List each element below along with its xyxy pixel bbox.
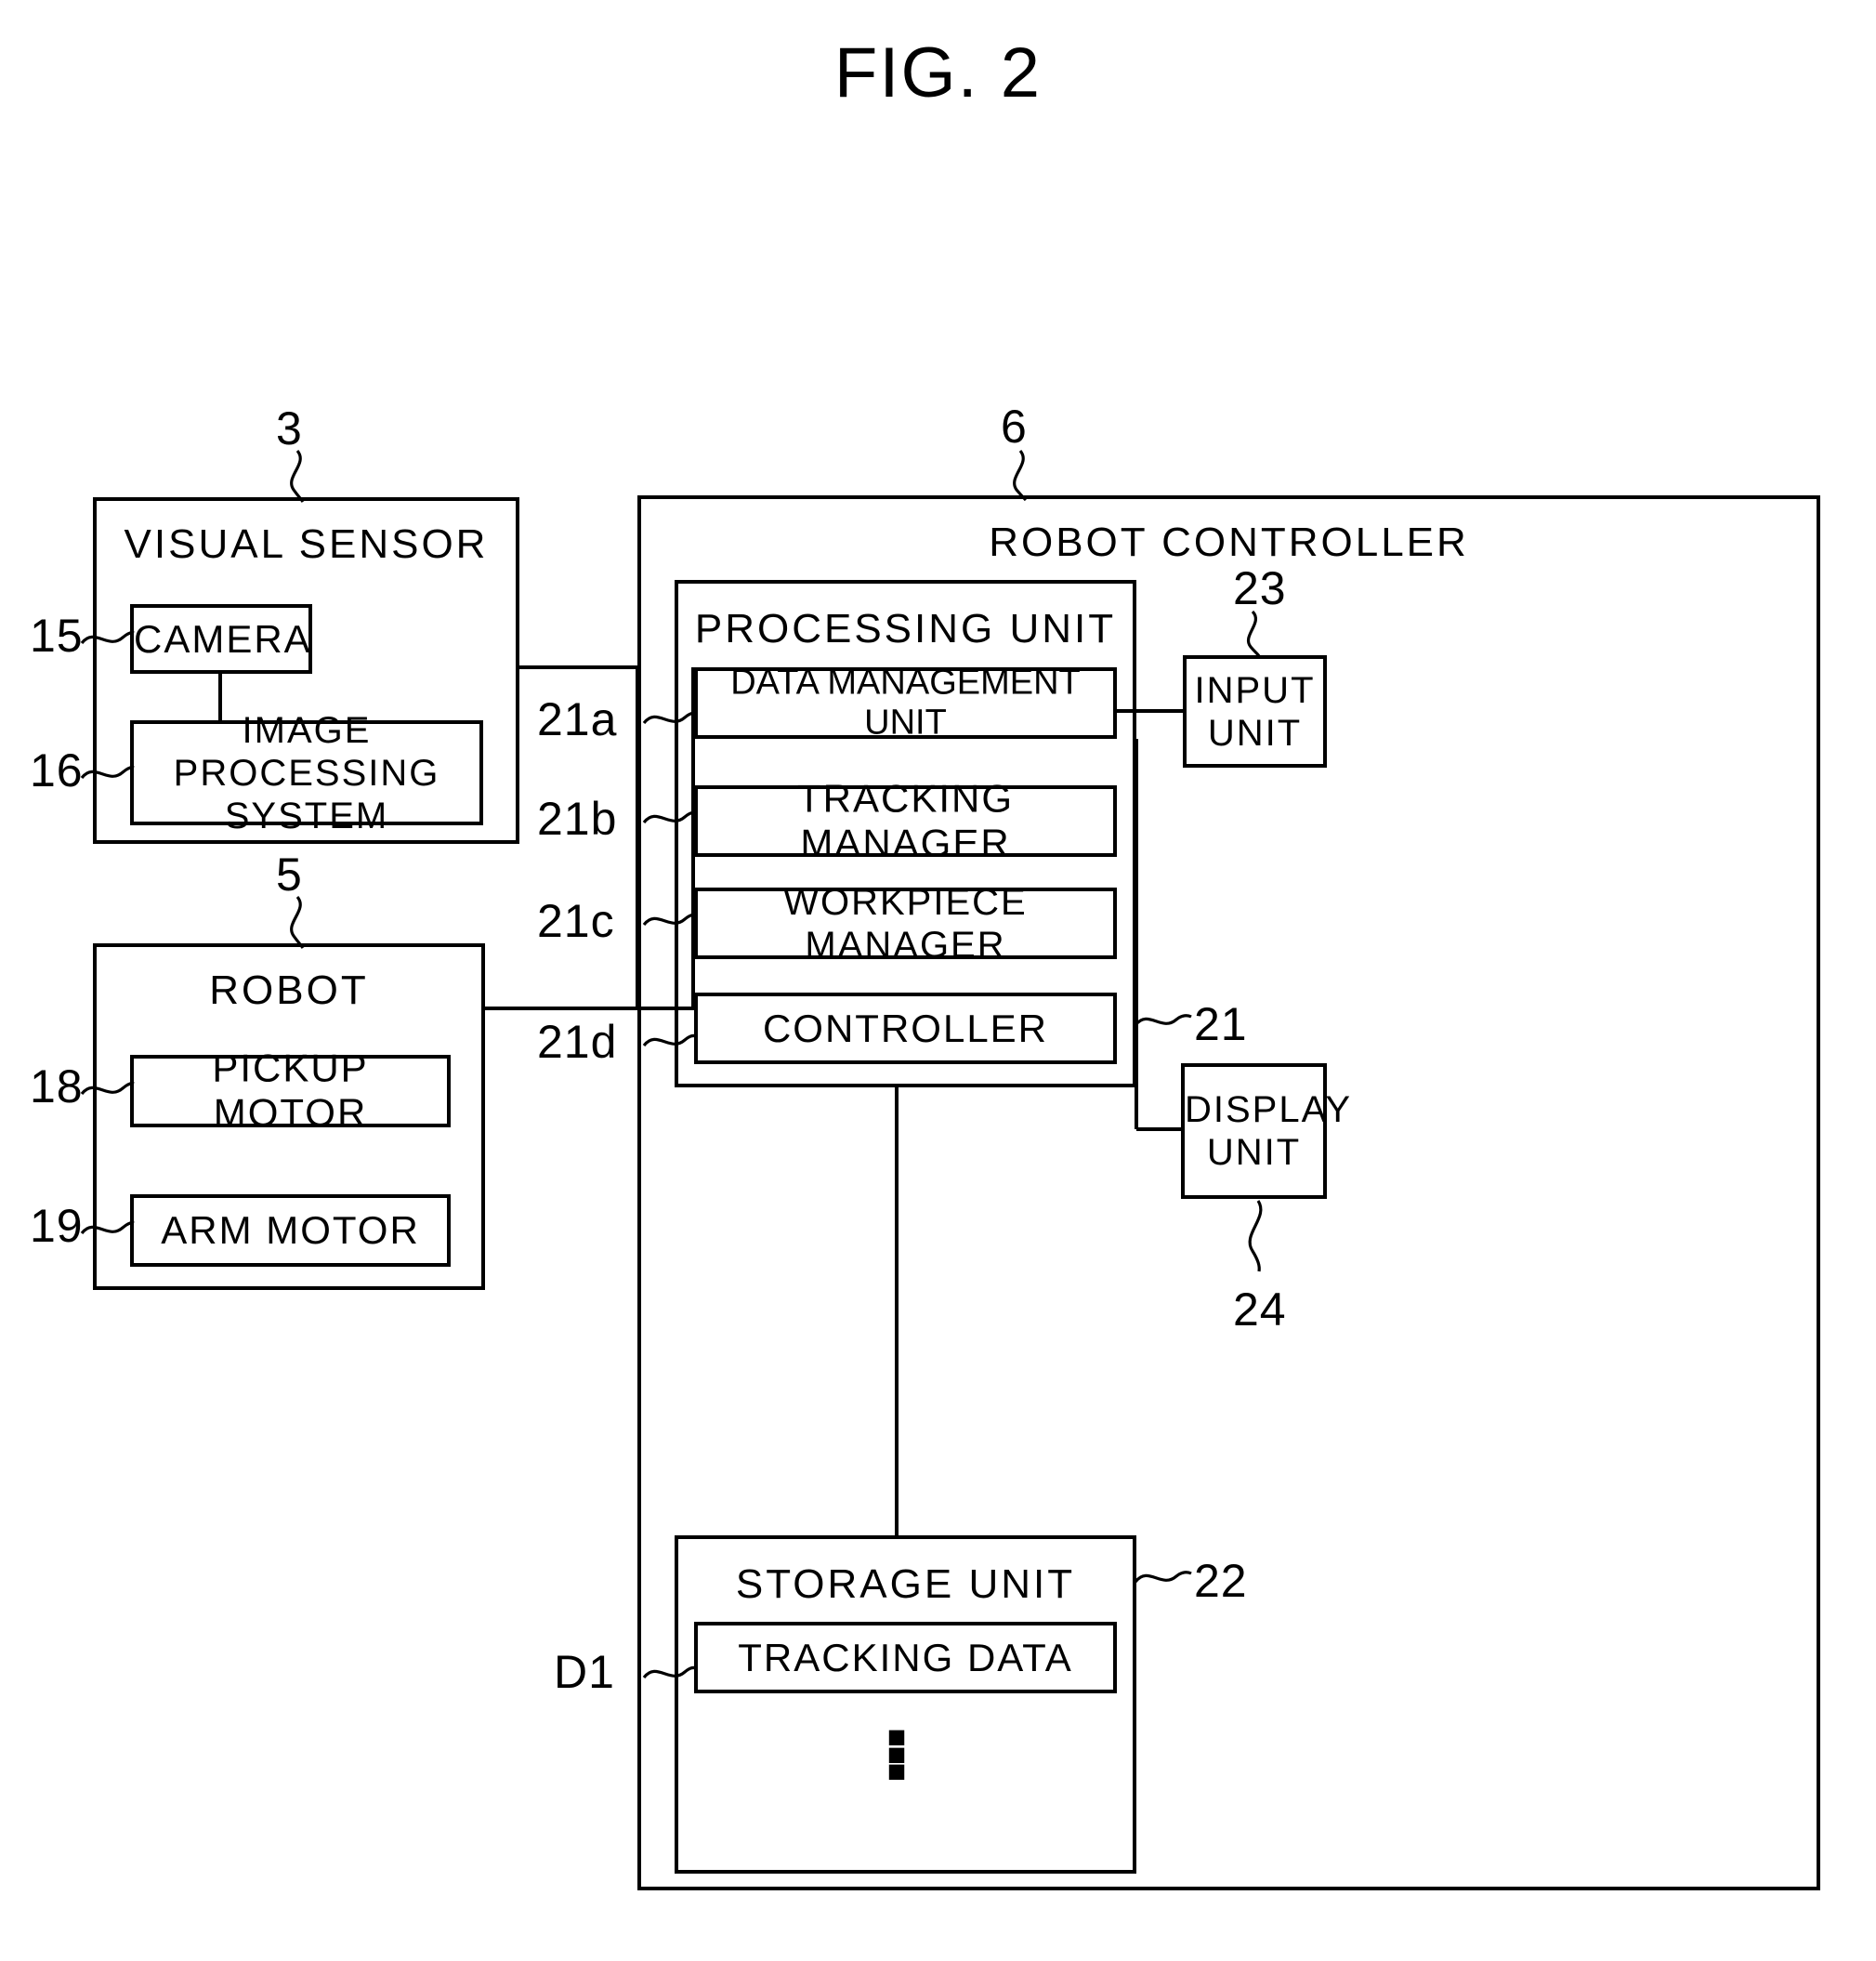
pickup-motor-block: PICKUP MOTOR (130, 1046, 451, 1135)
ref-21d-label: 21d (537, 1016, 618, 1068)
ref-24-label: 24 (1233, 1283, 1287, 1336)
workpiece-manager-block: WORKPIECE MANAGER (694, 882, 1117, 966)
ref-21d-leader (642, 1033, 697, 1047)
display-unit-label-line2: UNIT (1206, 1132, 1302, 1173)
processing-unit-to-storage-connector (895, 1087, 899, 1536)
ref-d1-label: D1 (554, 1646, 615, 1698)
controller-right-bus (1135, 739, 1138, 1129)
robot-to-controller-connector (485, 1007, 639, 1010)
ref-6-leader (1013, 449, 1028, 502)
input-unit-label-line2: UNIT (1207, 712, 1303, 754)
tracking-data-label: TRACKING DATA (738, 1635, 1073, 1679)
controller-block: CONTROLLER (694, 993, 1117, 1064)
tracking-manager-label: TRACKING MANAGER (796, 776, 1014, 865)
ref-18-label: 18 (30, 1060, 84, 1112)
ref-16-label: 16 (30, 744, 84, 796)
display-unit-block: DISPLAY UNIT (1181, 1063, 1352, 1199)
ref-23-label: 23 (1233, 562, 1287, 614)
camera-label: CAMERA (134, 616, 312, 661)
image-processing-system-label-line2: SYSTEM (224, 795, 389, 836)
controller-label: CONTROLLER (762, 1006, 1049, 1050)
camera-block: CAMERA (130, 604, 312, 674)
image-processing-system-block: IMAGE PROCESSING SYSTEM (130, 710, 483, 836)
storage-continuation-dots: ■ ■ ■ (836, 1721, 957, 1790)
ref-18-leader (80, 1082, 135, 1096)
ref-15-label: 15 (30, 610, 84, 662)
ref-5-leader (290, 895, 305, 949)
input-unit-block: INPUT UNIT (1183, 655, 1327, 768)
data-management-to-input-connector (1117, 709, 1185, 713)
ref-21a-leader (642, 711, 697, 725)
tracking-data-block: TRACKING DATA (694, 1622, 1117, 1693)
ref-21b-label: 21b (537, 793, 618, 845)
ref-d1-leader (642, 1665, 697, 1679)
tracking-manager-block: TRACKING MANAGER (694, 776, 1117, 865)
visual-sensor-to-controller-connector (519, 665, 639, 669)
ref-21c-leader (642, 913, 697, 927)
ref-24-leader (1248, 1200, 1263, 1272)
ref-19-label: 19 (30, 1200, 84, 1252)
ref-5-label: 5 (276, 849, 303, 901)
ref-21-leader (1134, 1014, 1192, 1027)
data-management-unit-label: DATA MANAGEMENT UNIT (730, 662, 1081, 743)
ref-21-label: 21 (1194, 998, 1248, 1050)
controller-bus-to-controller-box (636, 1007, 696, 1010)
ref-6-label: 6 (1001, 401, 1028, 453)
ref-23-leader (1247, 610, 1261, 657)
processing-unit-left-bus (691, 667, 695, 1010)
robot-title: ROBOT (209, 967, 369, 1013)
input-unit-label: INPUT UNIT (1187, 669, 1323, 755)
controller-internal-bus-vertical (636, 667, 639, 1010)
ref-16-leader (80, 766, 135, 780)
ref-15-leader (80, 631, 135, 645)
storage-unit-title: STORAGE UNIT (735, 1561, 1076, 1607)
display-unit-label-line1: DISPLAY (1185, 1089, 1352, 1130)
processing-unit-title: PROCESSING UNIT (694, 606, 1117, 651)
image-processing-system-label: IMAGE PROCESSING SYSTEM (134, 709, 479, 837)
arm-motor-label: ARM MOTOR (161, 1207, 420, 1252)
display-unit-label: DISPLAY UNIT (1185, 1088, 1352, 1174)
storage-unit-block: STORAGE UNIT (675, 1535, 1136, 1874)
workpiece-manager-label: WORKPIECE MANAGER (783, 881, 1028, 966)
data-management-unit-block: DATA MANAGEMENT UNIT (694, 663, 1117, 743)
ref-21c-label: 21c (537, 895, 615, 947)
ref-3-leader (290, 449, 305, 503)
image-processing-system-label-line1: IMAGE PROCESSING (173, 709, 440, 794)
arm-motor-block: ARM MOTOR (130, 1194, 451, 1267)
ref-3-label: 3 (276, 402, 303, 454)
dot-3: ■ (886, 1754, 907, 1790)
figure-title: FIG. 2 (833, 33, 1043, 112)
ref-21a-label: 21a (537, 693, 618, 745)
input-unit-label-line1: INPUT (1194, 669, 1316, 711)
visual-sensor-title: VISUAL SENSOR (124, 521, 489, 567)
ref-22-leader (1134, 1571, 1192, 1584)
pickup-motor-label: PICKUP MOTOR (212, 1046, 369, 1135)
ref-19-leader (80, 1221, 135, 1235)
ref-22-label: 22 (1194, 1555, 1248, 1607)
processing-unit-to-display-connector (1136, 1127, 1185, 1131)
robot-controller-title: ROBOT CONTROLLER (989, 520, 1469, 565)
ref-21b-leader (642, 810, 697, 824)
